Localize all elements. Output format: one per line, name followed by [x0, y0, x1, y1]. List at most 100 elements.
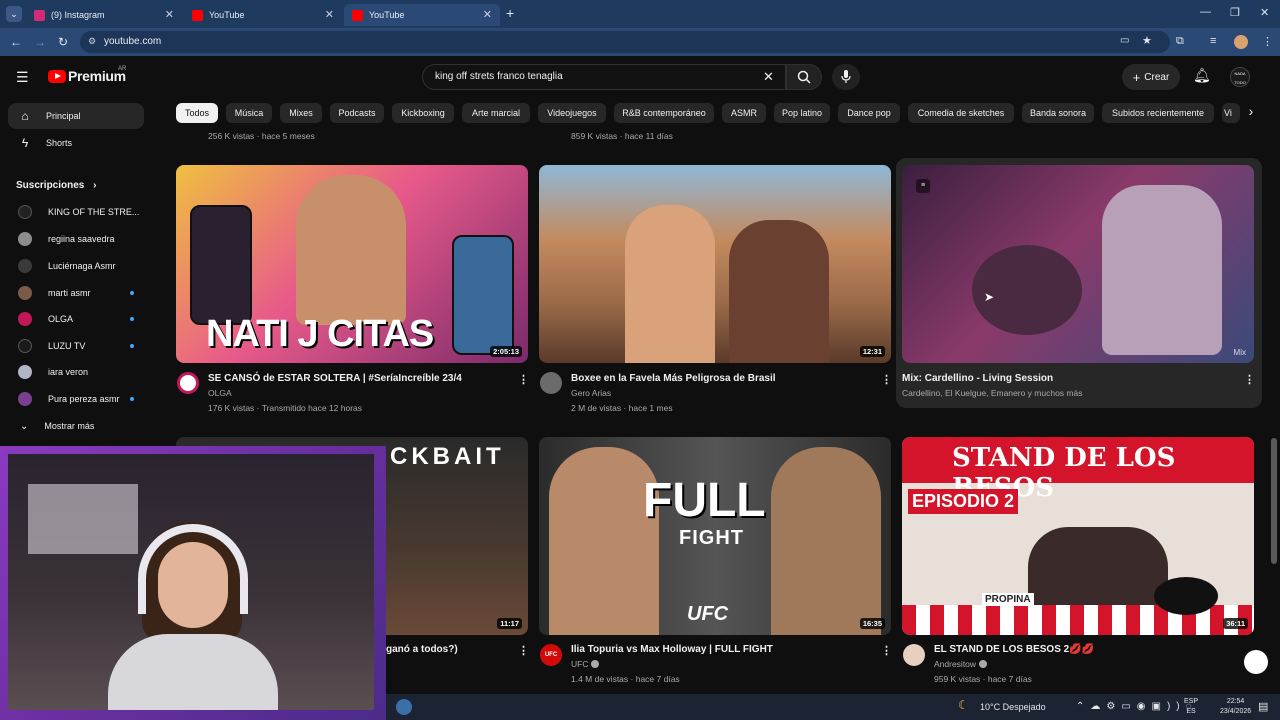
chip[interactable]: Kickboxing	[392, 103, 454, 123]
floating-action-button[interactable]	[1244, 650, 1268, 674]
chip[interactable]: R&B contemporáneo	[614, 103, 714, 123]
more-options-icon[interactable]: ⋮	[518, 644, 529, 657]
voice-search-button[interactable]	[832, 64, 860, 90]
menu-icon[interactable]: ☰	[16, 69, 29, 86]
chip[interactable]: Dance pop	[838, 103, 900, 123]
more-options-icon[interactable]: ⋮	[518, 373, 529, 386]
chip[interactable]: Arte marcial	[462, 103, 530, 123]
tab-youtube-1[interactable]: YouTube ✕	[184, 4, 342, 26]
chip[interactable]: Podcasts	[330, 103, 384, 123]
notifications-bell-icon[interactable]: 🔔︎	[1193, 67, 1211, 84]
channel-avatar[interactable]	[177, 372, 199, 394]
sidebar-sub-item[interactable]: regiina saavedra	[8, 228, 144, 250]
chip[interactable]: ASMR	[722, 103, 766, 123]
channel-name[interactable]: UFC	[571, 659, 600, 669]
new-content-dot	[130, 317, 134, 321]
channel-avatar[interactable]	[540, 372, 562, 394]
video-thumbnail[interactable]: FULL FIGHT UFC 16:35	[539, 437, 891, 635]
search-button[interactable]	[786, 64, 822, 90]
sub-label: iara veron	[48, 367, 89, 377]
channel-name[interactable]: Gero Arias	[571, 388, 611, 398]
site-info-icon[interactable]: ⚙	[88, 36, 96, 47]
channel-avatar[interactable]: UFC	[540, 644, 562, 666]
chip-todos[interactable]: Todos	[176, 103, 218, 123]
steam-icon[interactable]	[396, 699, 412, 715]
video-title[interactable]: EL STAND DE LOS BESOS 2💋💋	[934, 644, 1094, 655]
create-button[interactable]: + Crear	[1122, 64, 1180, 90]
channel-name[interactable]: Andresitow	[934, 659, 988, 669]
clock[interactable]: 22:54 23/4/2026	[1220, 697, 1251, 717]
media-icon[interactable]: ≡	[1210, 35, 1216, 47]
thumbnail-text: FULL	[643, 474, 766, 527]
sidebar-sub-item[interactable]: KING OF THE STRE...	[8, 201, 144, 223]
shorts-icon: ϟ	[21, 136, 29, 150]
chip[interactable]: Mixes	[280, 103, 322, 123]
sub-label: marti asmr	[48, 288, 91, 298]
sidebar-item-shorts[interactable]: ϟ Shorts	[8, 130, 144, 156]
reload-icon[interactable]: ↻	[58, 35, 68, 49]
clear-search-icon[interactable]: ✕	[763, 69, 774, 85]
channel-name[interactable]: OLGA	[208, 388, 232, 398]
chip[interactable]: Música	[226, 103, 272, 123]
video-title[interactable]: Mix: Cardellino - Living Session	[902, 373, 1053, 384]
chip[interactable]: Videojuegos	[538, 103, 606, 123]
tab-instagram[interactable]: (9) Instagram ✕	[26, 4, 182, 26]
chip[interactable]: Comedia de sketches	[908, 103, 1014, 123]
weather-text[interactable]: 10°C Despejado	[980, 702, 1046, 712]
profile-avatar[interactable]	[1234, 35, 1248, 49]
search-input[interactable]: king off strets franco tenaglia ✕	[422, 64, 786, 90]
sidebar-sub-item[interactable]: Luciérnaga Asmr	[8, 255, 144, 277]
tray-icons[interactable]: ⌃☁⚙▭◉▣))◌	[1076, 701, 1198, 712]
close-icon[interactable]: ✕	[483, 8, 492, 21]
more-options-icon[interactable]: ⋮	[881, 373, 892, 386]
show-more-button[interactable]: ⌄ Mostrar más	[8, 415, 144, 437]
video-title[interactable]: SE CANSÓ de ESTAR SOLTERA | #SeríaIncreí…	[208, 373, 462, 384]
sidebar-sub-item[interactable]: iara veron	[8, 361, 144, 383]
chip[interactable]: Pop latino	[774, 103, 830, 123]
tab-list-button[interactable]: ⌄	[6, 6, 22, 22]
youtube-logo-icon[interactable]	[48, 70, 66, 83]
sidebar-sub-item[interactable]: marti asmr	[8, 282, 144, 304]
video-title[interactable]: ganó a todos?)	[386, 644, 458, 655]
cursor-icon: ➤	[984, 290, 995, 304]
minimize-icon[interactable]: —	[1200, 6, 1211, 18]
notification-center-icon[interactable]: ▤	[1258, 700, 1268, 713]
browser-menu-icon[interactable]: ⋮	[1262, 35, 1273, 48]
sidebar-item-principal[interactable]: ⌂ Principal	[8, 103, 144, 129]
bookmark-star-icon[interactable]: ★	[1142, 34, 1152, 47]
video-thumbnail[interactable]: ≡ Mix	[902, 165, 1254, 363]
cast-icon[interactable]: ▭	[1120, 35, 1129, 46]
propina-jar-label: PROPINA	[982, 593, 1034, 606]
video-thumbnail[interactable]: STAND DE LOS BESOS EPISODIO 2 PROPINA 36…	[902, 437, 1254, 635]
tab-youtube-2[interactable]: YouTube ✕	[344, 4, 500, 26]
more-options-icon[interactable]: ⋮	[881, 644, 892, 657]
close-window-icon[interactable]: ✕	[1260, 6, 1269, 19]
scrollbar-thumb[interactable]	[1271, 438, 1277, 564]
channel-name[interactable]: Cardellino, El Kuelgue, Emanero y muchos…	[902, 388, 1082, 398]
new-tab-button[interactable]: +	[506, 5, 514, 21]
video-thumbnail[interactable]: NATI J CITAS 2:05:13	[176, 165, 528, 363]
chip[interactable]: Subidos recientemente	[1102, 103, 1214, 123]
restore-icon[interactable]: ❐	[1230, 6, 1240, 19]
subscriptions-header[interactable]: Suscripciones ›	[16, 180, 96, 191]
forward-icon[interactable]: →	[34, 35, 46, 49]
close-icon[interactable]: ✕	[165, 8, 174, 21]
sidebar-sub-item[interactable]: Pura pereza asmr	[8, 388, 144, 410]
channel-avatar[interactable]	[903, 644, 925, 666]
sidebar-sub-item[interactable]: LUZU TV	[8, 335, 144, 357]
account-avatar[interactable]: NADA TODO	[1230, 67, 1250, 87]
chip[interactable]: Banda sonora	[1022, 103, 1094, 123]
address-bar[interactable]: ⚙ youtube.com ▭ ★	[80, 31, 1170, 53]
chips-next-button[interactable]: ›	[1240, 103, 1262, 123]
video-thumbnail[interactable]: 12:31	[539, 165, 891, 363]
video-title[interactable]: Boxee en la Favela Más Peligrosa de Bras…	[571, 373, 776, 384]
extensions-icon[interactable]: ⧉	[1176, 35, 1184, 48]
more-options-icon[interactable]: ⋮	[1244, 373, 1255, 386]
close-icon[interactable]: ✕	[325, 8, 334, 21]
chip[interactable]: Vi	[1222, 103, 1240, 123]
back-icon[interactable]: ←	[10, 35, 22, 49]
room-shelf-graphic	[28, 484, 138, 554]
language-indicator[interactable]: ESP ES	[1184, 697, 1198, 717]
sidebar-sub-item[interactable]: OLGA	[8, 308, 144, 330]
video-title[interactable]: Ilia Topuria vs Max Holloway | FULL FIGH…	[571, 644, 773, 655]
